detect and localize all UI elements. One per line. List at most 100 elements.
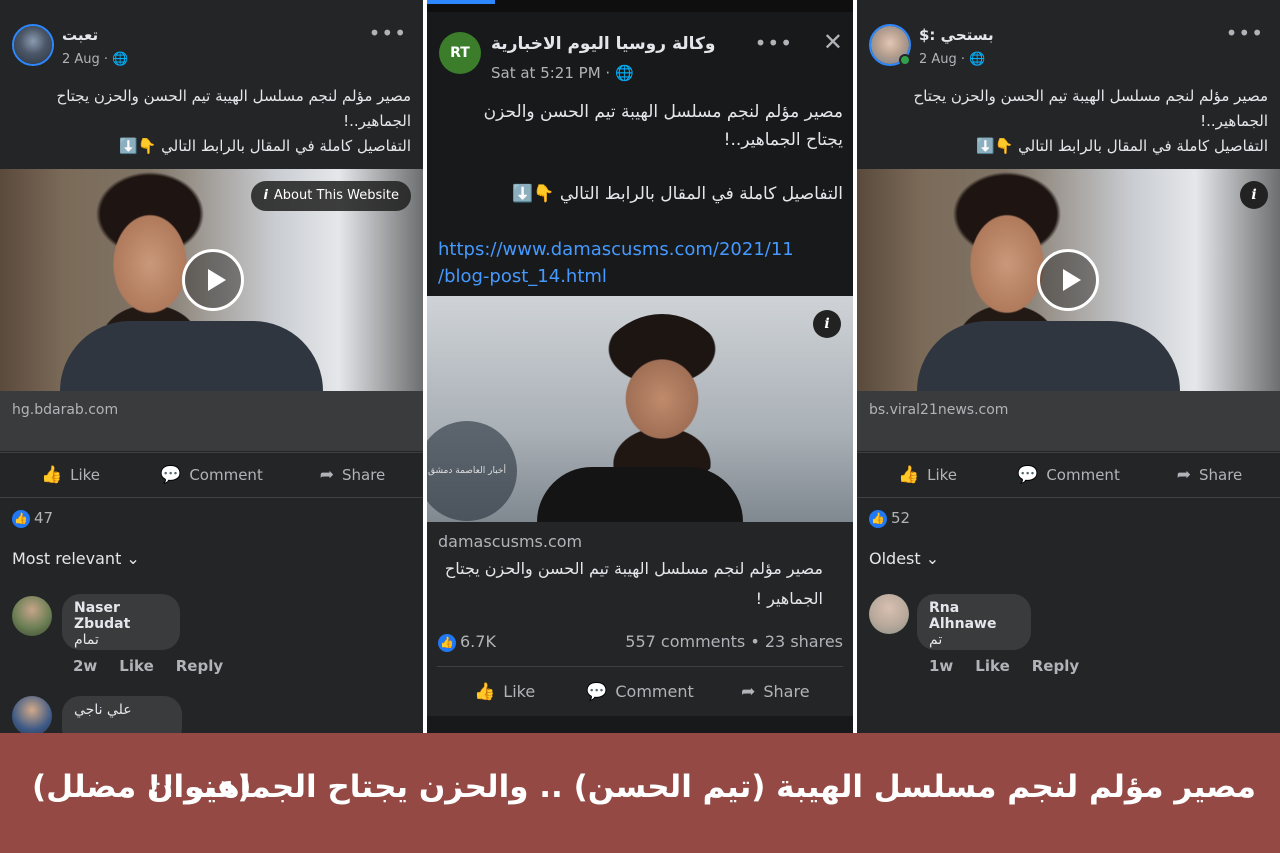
more-options-icon[interactable]: ••• [755,33,793,53]
reaction-number: 6.7K [460,632,496,651]
post-link[interactable]: https://www.damascusms.com/2021/11 /blog… [438,236,794,290]
post-text-line: الجماهير..! [343,112,411,130]
caption-banner: مصير مؤلم لنجم مسلسل الهيبة (تيم الحسن) … [0,733,1280,853]
more-options-icon[interactable]: ••• [369,23,407,43]
like-reaction-icon: 👍 [869,509,887,528]
commenter-avatar[interactable] [12,596,52,636]
commenter-avatar[interactable] [12,696,52,733]
post-time[interactable]: 2 Aug · 🌐 [919,52,985,67]
page-name[interactable]: وكالة روسيا اليوم الاخبارية [491,34,716,54]
post-header: تعبت 2 Aug · 🌐 ••• [0,0,423,80]
about-website-button[interactable]: i About This Website [251,181,411,211]
person-jacket [537,467,743,522]
misleading-title-tag: (عنوان مضلل) [32,769,252,805]
like-reaction-icon: 👍 [438,633,456,652]
reaction-count[interactable]: 👍 6.7K [438,632,496,652]
play-icon[interactable] [1037,249,1099,311]
comment-bubble: Rna Alhnawe تم [917,594,1031,650]
post-text-line: الجماهير..! [1200,112,1268,130]
info-icon[interactable]: i [1240,181,1268,209]
comment-bubble: علي ناجي [62,696,182,733]
like-button[interactable]: 👍 Like [437,667,572,717]
comment-icon: 💬 [160,465,182,485]
commenter-avatar[interactable] [869,594,909,634]
post-text: مصير مؤلم لنجم مسلسل الهيبة تيم الحسن وا… [438,98,843,208]
play-icon[interactable] [182,249,244,311]
like-icon: 👍 [897,465,920,485]
comment-age[interactable]: 2w [73,657,97,675]
like-reaction-icon: 👍 [12,509,30,528]
author-name[interactable]: بستحي :$ [919,26,994,44]
like-label: Like [70,466,101,484]
engagement-stats[interactable]: 557 comments • 23 shares [625,632,843,651]
page-logo[interactable]: RT [439,32,481,74]
banner-headline: مصير مؤلم لنجم مسلسل الهيبة (تيم الحسن) … [147,769,1256,805]
link-preview-bar[interactable]: bs.viral21news.com [857,391,1280,451]
post-header: بستحي :$ 2 Aug · 🌐 ••• [857,0,1280,80]
comment-icon: 💬 [1017,465,1039,485]
comment-button[interactable]: 💬 Comment [141,453,282,497]
link-preview-bar[interactable]: hg.bdarab.com [0,391,423,451]
post-link-line[interactable]: /blog-post_14.html [438,263,794,290]
more-options-icon[interactable]: ••• [1226,23,1264,43]
middle-post-panel: RT وكالة روسيا اليوم الاخبارية Sat at 5:… [427,0,853,733]
author-avatar[interactable] [12,24,54,66]
link-domain: bs.viral21news.com [869,402,1009,418]
post-text: مصير مؤلم لنجم مسلسل الهيبة تيم الحسن وا… [11,84,411,159]
comment-label: Comment [615,682,694,701]
post-time[interactable]: 2 Aug · 🌐 [62,52,128,67]
reaction-number: 52 [891,509,911,527]
commenter-name[interactable]: علي ناجي [74,702,170,718]
info-icon[interactable]: i [813,310,841,338]
post-text: مصير مؤلم لنجم مسلسل الهيبة تيم الحسن وا… [868,84,1268,159]
comment-icon: 💬 [586,682,608,702]
like-button[interactable]: 👍 Like [857,453,998,497]
share-icon: ➦ [319,465,334,485]
article-image[interactable]: أخبار العاصمة دمشق i [427,296,853,522]
reaction-number: 47 [34,509,54,527]
link-domain: damascusms.com [438,532,583,551]
post-text-line: مصير مؤلم لنجم مسلسل الهيبة تيم الحسن وا… [56,87,411,105]
close-icon[interactable]: ✕ [823,28,843,56]
comment-like-button[interactable]: Like [119,657,153,675]
link-card[interactable]: damascusms.com مصير مؤلم لنجم مسلسل الهي… [427,522,853,620]
share-button[interactable]: ➦ Share [282,453,423,497]
share-label: Share [1198,466,1243,484]
share-button[interactable]: ➦ Share [708,667,843,717]
comment-label: Comment [189,466,263,484]
post-text-line: مصير مؤلم لنجم مسلسل الهيبة تيم الحسن وا… [483,102,843,122]
like-label: Like [927,466,958,484]
share-label: Share [341,466,386,484]
comment-bubble: Naser Zbudat تمام [62,594,180,650]
like-label: Like [503,682,536,701]
top-indicator [427,0,495,4]
post-text-line: التفاصيل كاملة في المقال بالرابط التالي … [119,137,411,155]
reaction-count[interactable]: 👍 52 [869,509,910,528]
comment-age[interactable]: 1w [929,657,953,675]
comment-button[interactable]: 💬 Comment [572,667,707,717]
left-post-panel: تعبت 2 Aug · 🌐 ••• مصير مؤلم لنجم مسلسل … [0,0,423,733]
reaction-count[interactable]: 👍 47 [12,509,53,528]
author-name[interactable]: تعبت [62,26,98,44]
comment-button[interactable]: 💬 Comment [998,453,1139,497]
about-website-label: About This Website [273,188,399,203]
commenter-name[interactable]: Rna Alhnawe [929,600,1019,632]
online-status-icon [899,54,911,66]
info-icon: i [263,188,268,203]
comment-reply-button[interactable]: Reply [1032,657,1079,675]
comment-sort-dropdown[interactable]: Oldest ⌄ [869,549,939,568]
comment-reply-button[interactable]: Reply [176,657,223,675]
comment-text: تمام [74,632,99,648]
video-thumbnail[interactable]: i About This Website [0,169,423,391]
like-button[interactable]: 👍 Like [0,453,141,497]
comment-sort-dropdown[interactable]: Most relevant ⌄ [12,549,140,568]
video-thumbnail[interactable]: i [857,169,1280,391]
comment-like-button[interactable]: Like [975,657,1009,675]
commenter-name[interactable]: Naser Zbudat [74,600,168,632]
watermark-logo: أخبار العاصمة دمشق [427,421,517,521]
comment-label: Comment [1046,466,1120,484]
post-time[interactable]: Sat at 5:21 PM · 🌐 [491,64,634,82]
post-link-line[interactable]: https://www.damascusms.com/2021/11 [438,236,794,263]
share-button[interactable]: ➦ Share [1139,453,1280,497]
right-post-panel: بستحي :$ 2 Aug · 🌐 ••• مصير مؤلم لنجم مس… [857,0,1280,733]
